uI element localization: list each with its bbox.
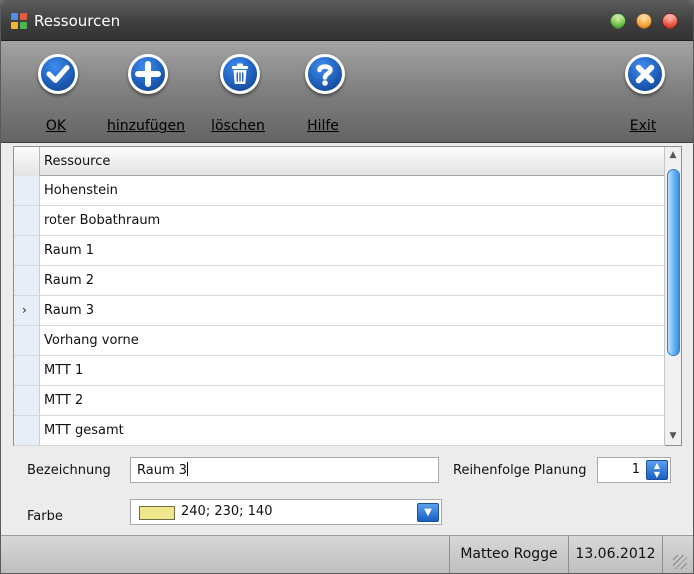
color-swatch <box>139 506 175 520</box>
table-row[interactable]: MTT gesamt <box>14 416 665 446</box>
vertical-scrollbar[interactable]: ▲ ▼ <box>664 147 681 445</box>
table-row-selected[interactable]: › Raum 3 <box>14 296 665 326</box>
status-user: Matteo Rogge <box>449 536 569 573</box>
order-value: 1 <box>631 462 640 477</box>
text-caret <box>187 462 189 476</box>
table-row[interactable]: Raum 2 <box>14 266 665 296</box>
exit-button[interactable]: Exit <box>598 54 688 139</box>
toolbar: OK hinzufügen löschen Hilfe Exit <box>1 41 693 143</box>
ok-button[interactable]: OK <box>11 54 101 139</box>
close-icon <box>625 54 665 94</box>
order-stepper[interactable]: 1 ▲ ▼ <box>597 457 671 483</box>
chevron-down-icon[interactable]: ▼ <box>417 503 439 522</box>
help-label: Hilfe <box>307 118 339 134</box>
table-row[interactable]: roter Bobathraum <box>14 206 665 236</box>
column-header-ressource[interactable]: Ressource <box>44 154 110 169</box>
delete-label: löschen <box>211 118 265 134</box>
resource-cell: roter Bobathraum <box>44 213 161 228</box>
resource-grid[interactable]: Ressource Hohenstein roter Bobathraum Ra… <box>13 146 682 446</box>
app-icon-square <box>20 13 27 20</box>
resource-cell: MTT gesamt <box>44 423 124 438</box>
row-indicator <box>14 266 40 295</box>
name-field[interactable]: Raum 3 <box>130 457 439 483</box>
question-icon <box>305 54 345 94</box>
status-bar: Matteo Rogge 13.06.2012 <box>1 535 693 573</box>
plus-icon <box>128 54 168 94</box>
ressourcen-window: Ressourcen OK hinzufügen löschen Hilfe E… <box>0 0 694 574</box>
resource-cell: MTT 2 <box>44 393 84 408</box>
table-row[interactable]: Vorhang vorne <box>14 326 665 356</box>
app-icon-square <box>11 13 18 20</box>
app-icon-square <box>20 22 27 29</box>
row-indicator <box>14 206 40 235</box>
app-icon-square <box>11 22 18 29</box>
color-value: 240; 230; 140 <box>181 504 273 519</box>
resource-cell: Vorhang vorne <box>44 333 139 348</box>
title-bar[interactable]: Ressourcen <box>1 1 693 41</box>
grid-rows: Hohenstein roter Bobathraum Raum 1 Raum … <box>14 176 665 446</box>
ok-label: OK <box>45 118 67 134</box>
resource-cell: Raum 1 <box>44 243 95 258</box>
grid-header: Ressource <box>14 147 665 176</box>
order-label: Reihenfolge Planung <box>453 463 587 478</box>
resource-cell: Hohenstein <box>44 183 118 198</box>
window-title: Ressourcen <box>34 12 121 30</box>
check-icon <box>38 54 78 94</box>
resource-cell: MTT 1 <box>44 363 84 378</box>
row-indicator <box>14 356 40 385</box>
table-row[interactable]: Hohenstein <box>14 176 665 206</box>
row-indicator-header <box>14 147 40 176</box>
maximize-button[interactable] <box>610 13 626 29</box>
scroll-up-icon[interactable]: ▲ <box>665 147 681 164</box>
window-close-button[interactable] <box>662 13 678 29</box>
spin-arrows-icon[interactable]: ▲ ▼ <box>646 460 668 480</box>
resource-cell: Raum 3 <box>44 303 95 318</box>
exit-label: Exit <box>629 118 657 134</box>
add-button[interactable]: hinzufügen <box>101 54 191 139</box>
scroll-down-icon[interactable]: ▼ <box>665 428 681 445</box>
row-indicator <box>14 386 40 415</box>
row-indicator <box>14 176 40 205</box>
app-icon <box>11 13 28 30</box>
name-field-value: Raum 3 <box>137 463 188 478</box>
table-row[interactable]: MTT 2 <box>14 386 665 416</box>
row-indicator <box>14 326 40 355</box>
row-indicator <box>14 236 40 265</box>
delete-button[interactable]: löschen <box>193 54 283 139</box>
table-row[interactable]: Raum 1 <box>14 236 665 266</box>
color-select[interactable]: 240; 230; 140 ▼ <box>130 499 442 525</box>
resize-grip-icon[interactable] <box>673 555 687 569</box>
resource-cell: Raum 2 <box>44 273 95 288</box>
name-label: Bezeichnung <box>27 463 111 478</box>
minimize-button[interactable] <box>636 13 652 29</box>
row-indicator: › <box>14 296 40 325</box>
help-button[interactable]: Hilfe <box>278 54 368 139</box>
color-label: Farbe <box>27 509 63 524</box>
add-label: hinzufügen <box>106 118 186 134</box>
current-row-arrow-icon: › <box>22 303 27 317</box>
scroll-thumb[interactable] <box>667 169 680 356</box>
table-row[interactable]: MTT 1 <box>14 356 665 386</box>
trash-icon <box>220 54 260 94</box>
status-date: 13.06.2012 <box>569 536 663 573</box>
row-indicator <box>14 416 40 445</box>
